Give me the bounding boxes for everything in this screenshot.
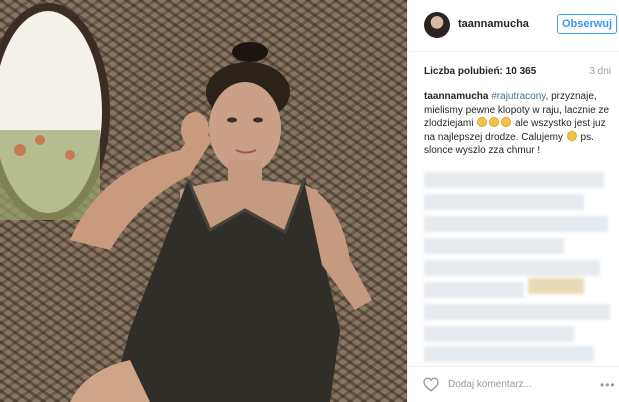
more-options-icon[interactable]: ••• bbox=[600, 378, 616, 392]
caption-hashtag[interactable]: #rajutracony bbox=[491, 91, 545, 102]
post-sidebar: taannamucha Obserwuj Liczba polubień: 10… bbox=[407, 0, 619, 402]
post-photo[interactable] bbox=[0, 0, 407, 402]
emoji-icon bbox=[566, 130, 577, 141]
emoji-icon bbox=[501, 117, 512, 127]
emoji-icon bbox=[489, 117, 500, 127]
emoji-icon bbox=[477, 117, 488, 127]
post-time[interactable]: 3 dni bbox=[589, 66, 611, 77]
heart-icon[interactable] bbox=[423, 377, 439, 392]
likes-count[interactable]: Liczba polubień: 10 365 bbox=[424, 66, 536, 77]
blurred-comments bbox=[424, 172, 614, 362]
instagram-post: taannamucha Obserwuj Liczba polubień: 10… bbox=[0, 0, 619, 402]
photo-illustration bbox=[0, 3, 372, 402]
post-caption: taannamucha #rajutracony, przyznaje, mie… bbox=[424, 90, 610, 158]
username-link[interactable]: taannamucha bbox=[458, 18, 529, 30]
follow-button[interactable]: Obserwuj bbox=[557, 14, 617, 34]
post-header: taannamucha Obserwuj bbox=[408, 0, 619, 52]
comment-input[interactable] bbox=[448, 376, 588, 392]
comment-footer: ••• bbox=[408, 366, 619, 402]
caption-username[interactable]: taannamucha bbox=[424, 91, 488, 102]
avatar[interactable] bbox=[424, 12, 450, 38]
